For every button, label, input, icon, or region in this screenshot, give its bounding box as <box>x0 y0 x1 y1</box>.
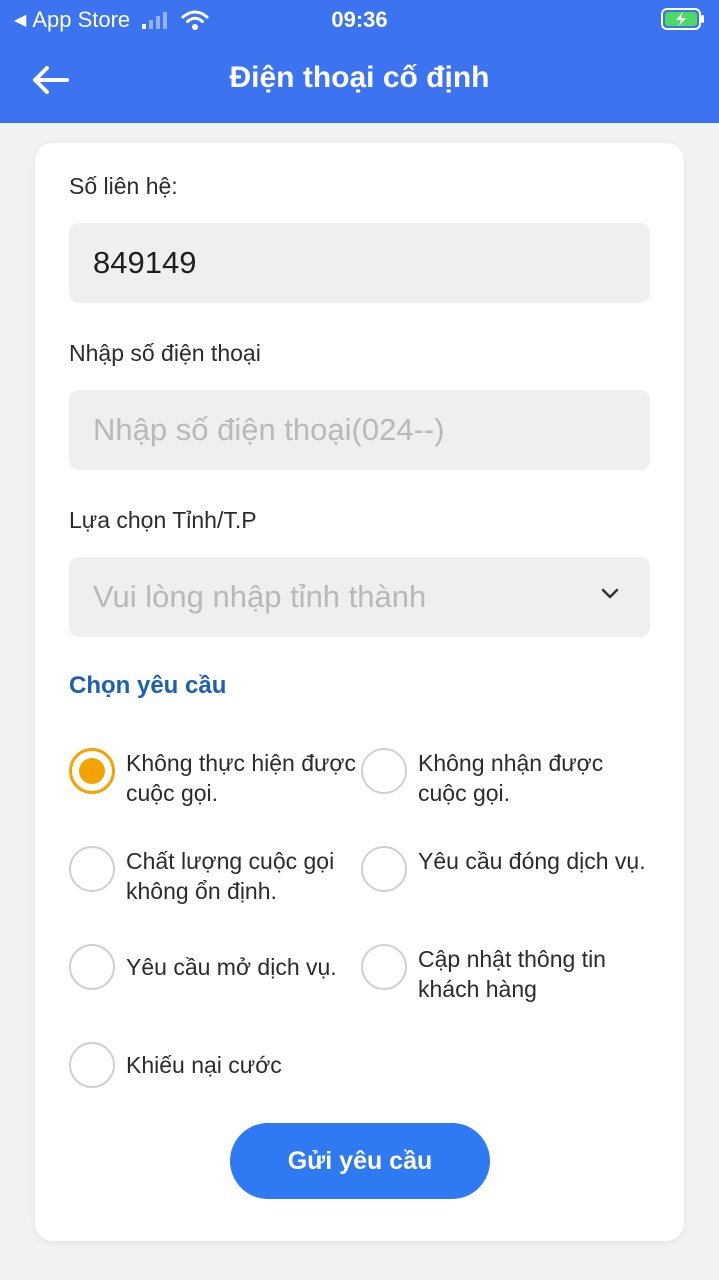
phone-number-field[interactable] <box>69 390 650 470</box>
option-cannot-receive-call[interactable]: Không nhận được cuộc gọi. <box>361 748 658 808</box>
contact-number-value: 849149 <box>93 245 197 280</box>
option-update-customer-info[interactable]: Cập nhật thông tin khách hàng <box>361 944 658 1004</box>
chevron-down-icon <box>601 588 619 599</box>
option-billing-complaint[interactable]: Khiếu nại cước <box>69 1042 366 1088</box>
request-form-card: Số liên hệ: 849149 Nhập số điện thoại Lự… <box>35 143 684 1241</box>
battery-charging-icon <box>661 8 705 35</box>
option-label: Cập nhật thông tin khách hàng <box>418 946 606 1002</box>
radio-button[interactable] <box>69 846 115 892</box>
option-label: Yêu cầu mở dịch vụ. <box>126 954 337 980</box>
option-unstable-call-quality[interactable]: Chất lượng cuộc gọi không ổn định. <box>69 846 366 906</box>
option-label: Yêu cầu đóng dịch vụ. <box>418 848 646 874</box>
option-label: Không nhận được cuộc gọi. <box>418 750 604 806</box>
page-title: Điện thoại cố định <box>229 61 490 94</box>
status-time: 09:36 <box>331 7 388 32</box>
radio-button[interactable] <box>69 1042 115 1088</box>
radio-button[interactable] <box>361 944 407 990</box>
radio-button[interactable] <box>361 748 407 794</box>
contact-number-field[interactable]: 849149 <box>69 223 650 303</box>
radio-button[interactable] <box>361 846 407 892</box>
phone-number-label: Nhập số điện thoại <box>69 340 261 366</box>
request-section-title: Chọn yêu cầu <box>69 672 227 699</box>
status-bar: ◀ App Store 09:36 <box>0 0 719 40</box>
option-label: Không thực hiện được cuộc gọi. <box>126 750 357 806</box>
option-close-service[interactable]: Yêu cầu đóng dịch vụ. <box>361 846 658 892</box>
option-cannot-make-call[interactable]: Không thực hiện được cuộc gọi. <box>69 748 366 808</box>
contact-number-label: Số liên hệ: <box>69 173 178 199</box>
submit-request-button[interactable]: Gửi yêu cầu <box>230 1123 490 1199</box>
option-open-service[interactable]: Yêu cầu mở dịch vụ. <box>69 944 366 990</box>
province-label: Lựa chọn Tỉnh/T.P <box>69 507 257 533</box>
option-label: Khiếu nại cước <box>126 1052 282 1078</box>
phone-number-input[interactable] <box>93 412 650 448</box>
radio-button-selected[interactable] <box>69 748 115 794</box>
option-label: Chất lượng cuộc gọi không ổn định. <box>126 848 335 904</box>
province-select[interactable]: Vui lòng nhập tỉnh thành <box>69 557 650 637</box>
province-placeholder: Vui lòng nhập tỉnh thành <box>93 579 427 614</box>
radio-button[interactable] <box>69 944 115 990</box>
app-header: ◀ App Store 09:36 Điện thoại cố định <box>0 0 719 123</box>
